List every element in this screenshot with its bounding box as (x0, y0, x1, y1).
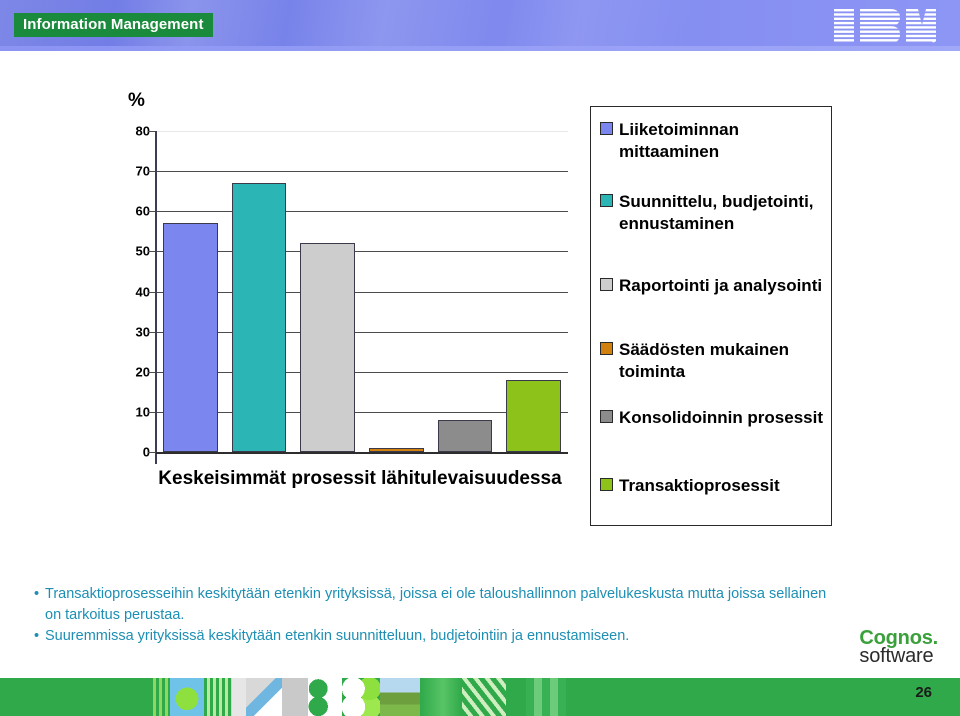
y-axis-tick-label: 70 (135, 163, 150, 179)
y-axis-tick-label: 0 (142, 444, 150, 460)
y-axis-tick-label: 40 (135, 284, 150, 299)
legend-item-label: Suunnittelu, budjetointi, ennustaminen (619, 192, 814, 233)
footer-strip-segment (506, 678, 526, 716)
y-axis-tick-label: 10 (135, 404, 150, 420)
bar (300, 243, 356, 452)
footer-strip-segment (342, 678, 380, 716)
bullet-text: Suuremmissa yrityksissä keskitytään eten… (45, 628, 630, 644)
y-axis-tick (148, 251, 156, 253)
legend-swatch-icon (600, 478, 613, 491)
bar (368, 448, 424, 452)
legend-item-label: Raportointi ja analysointi (619, 276, 823, 295)
footer-strip-segment (204, 678, 232, 716)
header-banner: Information Management (0, 0, 960, 51)
legend-item[interactable]: Transaktioprosessit (600, 475, 826, 497)
x-axis-title: Keskeisimmät prosessit lähitulevaisuudes… (158, 468, 562, 489)
bullet-text: Transaktioprosesseihin keskitytään etenk… (45, 586, 827, 623)
bar (437, 419, 493, 452)
ibm-logo-icon (832, 9, 936, 43)
footer-strip-segment (420, 678, 462, 716)
legend-swatch-icon (600, 194, 613, 207)
legend-item-label: Säädösten mukainen toiminta (619, 340, 790, 381)
footer-decorative-strip (0, 678, 960, 716)
footer-strip-segment (0, 678, 150, 716)
bullet-item: • Transaktioprosesseihin keskitytään eten… (34, 584, 834, 626)
footer-strip-segment (150, 678, 170, 716)
bar (231, 183, 287, 452)
y-axis-tick-label: 50 (135, 243, 150, 259)
legend-item[interactable]: Liiketoiminnan mittaaminen (600, 119, 826, 163)
y-axis-tick-label: 60 (135, 203, 150, 219)
legend-item[interactable]: Konsolidoinnin prosessit (600, 407, 826, 429)
footer-strip-segment (308, 678, 342, 716)
legend-item-label: Transaktioprosessit (619, 476, 780, 495)
bars-container (156, 131, 568, 452)
legend-item-label: Konsolidoinnin prosessit (619, 408, 824, 427)
y-axis-tick-label: 80 (135, 123, 150, 139)
header-accent-strip (0, 46, 960, 51)
bar (506, 379, 562, 452)
y-axis-tick (148, 452, 156, 453)
y-axis-tick (148, 131, 156, 132)
footer-strip-segment (462, 678, 506, 716)
y-axis-tick-label: 30 (135, 324, 150, 340)
bullet-marker-icon: • (34, 628, 40, 644)
legend-item[interactable]: Suunnittelu, budjetointi, ennustaminen (600, 191, 826, 235)
cognos-software-label: software (859, 645, 934, 667)
cognos-logo: Cognos. software (859, 628, 938, 666)
y-axis-tick (148, 331, 156, 333)
y-axis-tick (148, 411, 156, 413)
legend-swatch-icon (600, 122, 613, 135)
legend-item[interactable]: Säädösten mukainen toiminta (600, 339, 826, 383)
footer-strip-segment (594, 678, 960, 716)
footer-strip-segment (282, 678, 308, 716)
y-axis-tick (148, 211, 156, 213)
legend-swatch-icon (600, 410, 613, 423)
legend-item-label: Liiketoiminnan mittaaminen (619, 120, 739, 161)
bar (162, 223, 218, 452)
x-axis-line (156, 452, 568, 454)
footer-strip-segment (566, 678, 594, 716)
chart: % 80 70 60 50 40 30 20 10 0 Keskeisimmät prosess… (0, 62, 960, 552)
legend-item[interactable]: Raportointi ja analysointi (600, 275, 826, 297)
legend-swatch-icon (600, 342, 613, 355)
legend-swatch-icon (600, 278, 613, 291)
y-axis-tick (148, 371, 156, 373)
footer-strip-segment (246, 678, 282, 716)
y-axis-tick (148, 171, 156, 173)
footer-strip-segment (170, 678, 204, 716)
page-number: 26 (915, 684, 932, 701)
footer-strip-segment (380, 678, 420, 716)
bullet-marker-icon: • (34, 586, 40, 602)
footer-strip-segment (232, 678, 246, 716)
bullet-list: • Transaktioprosesseihin keskitytään eten… (34, 584, 834, 647)
y-axis-tick-label: 20 (135, 364, 150, 380)
brand-tag: Information Management (14, 13, 213, 37)
y-axis-tick (148, 291, 156, 293)
bullet-item: • Suuremmissa yrityksissä keskitytään ete… (34, 626, 834, 647)
footer-strip-segment (526, 678, 566, 716)
chart-legend: Liiketoiminnan mittaaminen Suunnittelu, b… (590, 106, 832, 526)
